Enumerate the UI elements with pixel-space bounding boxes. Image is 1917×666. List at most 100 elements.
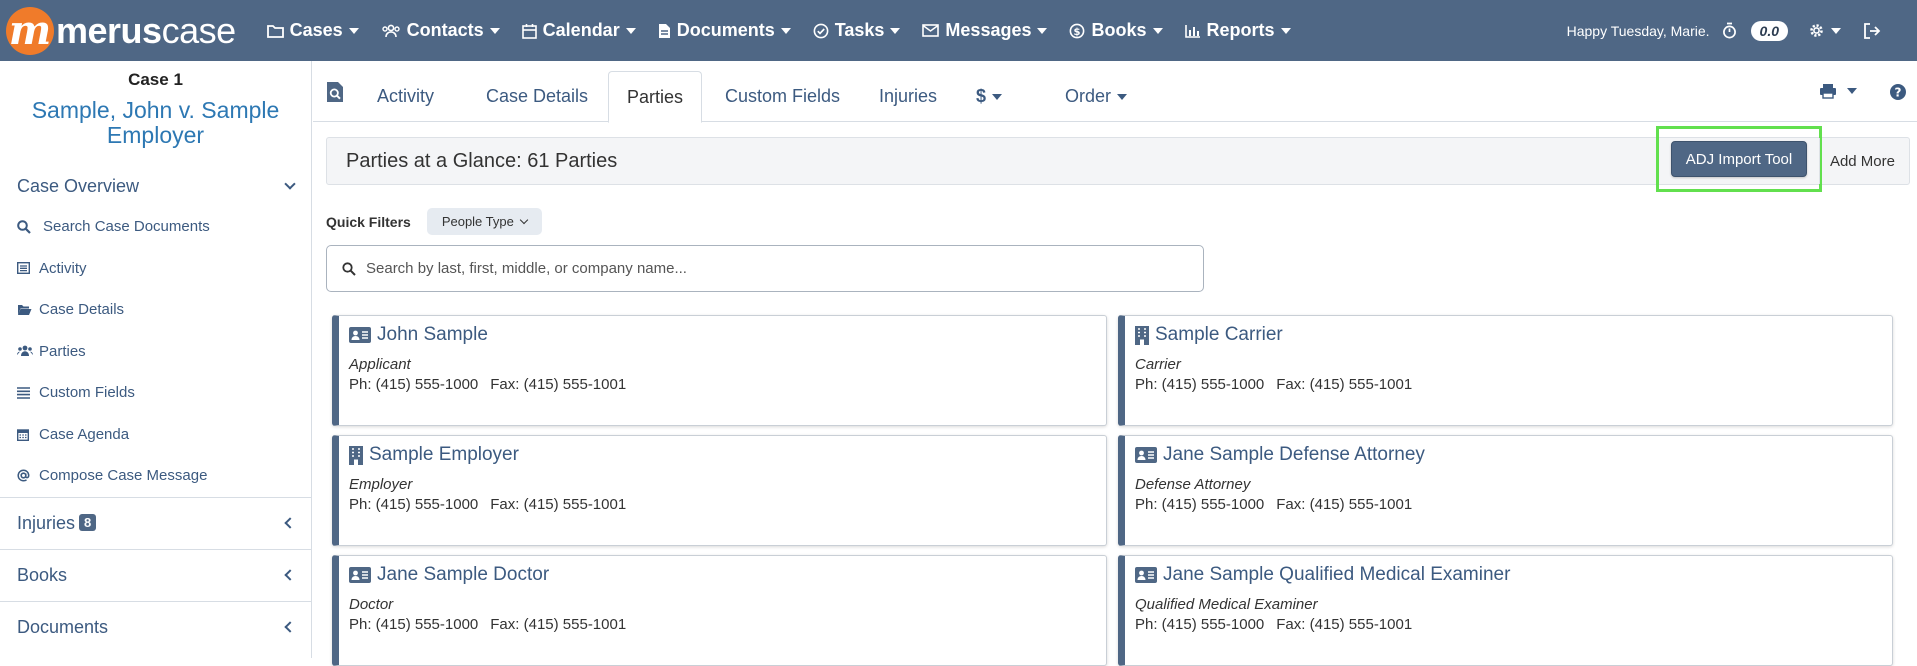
- sidebar-item-activity[interactable]: Activity: [0, 248, 311, 290]
- party-role: Doctor: [349, 596, 394, 613]
- party-name: Sample Carrier: [1155, 324, 1283, 345]
- chevron-down-icon: [519, 215, 529, 224]
- party-phone: Ph: (415) 555-1000: [1135, 496, 1265, 513]
- calendar-icon: [17, 428, 39, 441]
- sidebar-item-case-details[interactable]: Case Details: [0, 289, 311, 331]
- print-menu[interactable]: [1819, 83, 1857, 99]
- case-overview-toggle[interactable]: Case Overview: [0, 174, 311, 198]
- adj-import-tool-button[interactable]: ADJ Import Tool: [1670, 141, 1808, 177]
- party-name-row: Jane Sample Doctor: [349, 562, 1106, 588]
- sidebar-section-books[interactable]: Books: [0, 550, 311, 601]
- party-card[interactable]: Jane Sample Qualified Medical Examiner Q…: [1118, 555, 1893, 666]
- stopwatch-icon[interactable]: [1722, 22, 1737, 39]
- chevron-down-icon: [284, 178, 296, 190]
- nav-reports-label: Reports: [1206, 20, 1275, 40]
- nav-reports[interactable]: Reports: [1174, 0, 1302, 61]
- party-name-row: Jane Sample Qualified Medical Examiner: [1135, 562, 1892, 588]
- sidebar-item-search-case-documents[interactable]: Search Case Documents: [0, 206, 311, 248]
- party-name-row: Jane Sample Defense Attorney: [1135, 442, 1892, 468]
- logout-icon[interactable]: [1863, 22, 1881, 39]
- party-phone-fax: Ph: (415) 555-1000 Fax: (415) 555-1001: [349, 376, 1106, 393]
- sidebar-item-compose-case-message[interactable]: Compose Case Message: [0, 455, 311, 497]
- party-card[interactable]: Sample Employer Employer Ph: (415) 555-1…: [332, 435, 1107, 546]
- users-icon: [381, 24, 400, 37]
- tab-custom-fields[interactable]: Custom Fields: [707, 71, 858, 122]
- sidebar-item-case-agenda[interactable]: Case Agenda: [0, 414, 311, 456]
- timer-badge[interactable]: 0.0: [1750, 20, 1788, 41]
- user-area: Happy Tuesday, Marie. 0.0: [1567, 0, 1881, 61]
- case-overview-links: Search Case Documents Activity Case Deta…: [0, 206, 311, 497]
- party-fax: Fax: (415) 555-1001: [1276, 616, 1413, 633]
- sidebar-item-label: Case Details: [39, 301, 125, 319]
- injuries-count-badge: 8: [79, 513, 97, 531]
- merus-logo[interactable]: m meruscase: [6, 0, 236, 61]
- id-card-icon: [349, 567, 371, 583]
- party-phone: Ph: (415) 555-1000: [1135, 376, 1265, 393]
- help-icon[interactable]: ?: [1889, 83, 1907, 106]
- tab-order[interactable]: Order: [1047, 71, 1145, 122]
- party-role: Qualified Medical Examiner: [1135, 596, 1318, 613]
- people-type-filter[interactable]: People Type: [426, 208, 542, 235]
- nav-contacts[interactable]: Contacts: [370, 0, 511, 61]
- tab-injuries[interactable]: Injuries: [861, 71, 955, 122]
- nav-contacts-label: Contacts: [406, 20, 484, 40]
- add-more-button[interactable]: Add More: [1818, 138, 1909, 184]
- party-role: Carrier: [1135, 356, 1181, 373]
- tab-order-label: Order: [1065, 86, 1112, 106]
- tab-case-details[interactable]: Case Details: [468, 71, 606, 122]
- party-card[interactable]: Jane Sample Doctor Doctor Ph: (415) 555-…: [332, 555, 1107, 666]
- settings-menu[interactable]: [1808, 22, 1841, 39]
- party-phone-fax: Ph: (415) 555-1000 Fax: (415) 555-1001: [1135, 496, 1892, 513]
- search-icon: [342, 261, 356, 276]
- party-phone: Ph: (415) 555-1000: [1135, 616, 1265, 633]
- tab-search-documents[interactable]: [326, 81, 344, 108]
- party-name: Jane Sample Doctor: [377, 564, 550, 585]
- tab-activity[interactable]: Activity: [359, 71, 452, 122]
- party-fax: Fax: (415) 555-1001: [490, 376, 627, 393]
- nav-calendar[interactable]: Calendar: [511, 0, 647, 61]
- nav-messages[interactable]: Messages: [911, 0, 1058, 61]
- party-name: Sample Employer: [369, 444, 519, 465]
- books-label: Books: [17, 564, 68, 585]
- party-role: Applicant: [349, 356, 411, 373]
- people-type-label: People Type: [441, 214, 514, 229]
- party-phone: Ph: (415) 555-1000: [349, 376, 479, 393]
- party-name-row: John Sample: [349, 322, 1106, 348]
- injuries-label: Injuries: [17, 512, 76, 533]
- party-card[interactable]: Jane Sample Defense Attorney Defense Att…: [1118, 435, 1893, 546]
- case-name-link[interactable]: Sample, John v. Sample Employer: [0, 98, 311, 148]
- caret-down-icon: [348, 27, 359, 34]
- party-card[interactable]: Sample Carrier Carrier Ph: (415) 555-100…: [1118, 315, 1893, 426]
- party-phone-fax: Ph: (415) 555-1000 Fax: (415) 555-1001: [1135, 616, 1892, 633]
- folder-open-icon: [17, 304, 39, 316]
- sidebar-section-documents[interactable]: Documents: [0, 602, 311, 653]
- sidebar-item-label: Search Case Documents: [43, 218, 210, 236]
- caret-down-icon: [1152, 27, 1163, 34]
- id-card-icon: [349, 327, 371, 343]
- nav-messages-label: Messages: [945, 20, 1032, 40]
- sidebar-section-injuries[interactable]: Injuries 8: [0, 498, 311, 549]
- nav-documents[interactable]: Documents: [647, 0, 802, 61]
- svg-text:?: ?: [1895, 85, 1902, 99]
- at-icon: [17, 469, 39, 482]
- logo-text-light: case: [161, 9, 237, 51]
- party-search-input[interactable]: [366, 260, 1166, 277]
- case-sidebar: Case 1 Sample, John v. Sample Employer C…: [0, 61, 312, 658]
- sidebar-item-parties[interactable]: Parties: [0, 331, 311, 373]
- building-icon: [349, 445, 363, 465]
- nav-tasks-label: Tasks: [834, 20, 885, 40]
- nav-books[interactable]: $ Books: [1058, 0, 1173, 61]
- sidebar-item-label: Custom Fields: [39, 384, 135, 402]
- nav-cases[interactable]: Cases: [256, 0, 370, 61]
- tab-parties[interactable]: Parties: [608, 71, 703, 123]
- quick-filters-label: Quick Filters: [326, 213, 411, 230]
- tab-billing[interactable]: $: [958, 71, 1020, 122]
- quick-filters: Quick Filters People Type: [326, 208, 542, 235]
- party-card[interactable]: John Sample Applicant Ph: (415) 555-1000…: [332, 315, 1107, 426]
- case-tabs: Activity Case Details Parties Custom Fie…: [313, 61, 1917, 123]
- sidebar-item-custom-fields[interactable]: Custom Fields: [0, 372, 311, 414]
- svg-text:$: $: [1074, 27, 1081, 38]
- party-fax: Fax: (415) 555-1001: [490, 496, 627, 513]
- nav-tasks[interactable]: Tasks: [802, 0, 912, 61]
- party-phone-fax: Ph: (415) 555-1000 Fax: (415) 555-1001: [349, 496, 1106, 513]
